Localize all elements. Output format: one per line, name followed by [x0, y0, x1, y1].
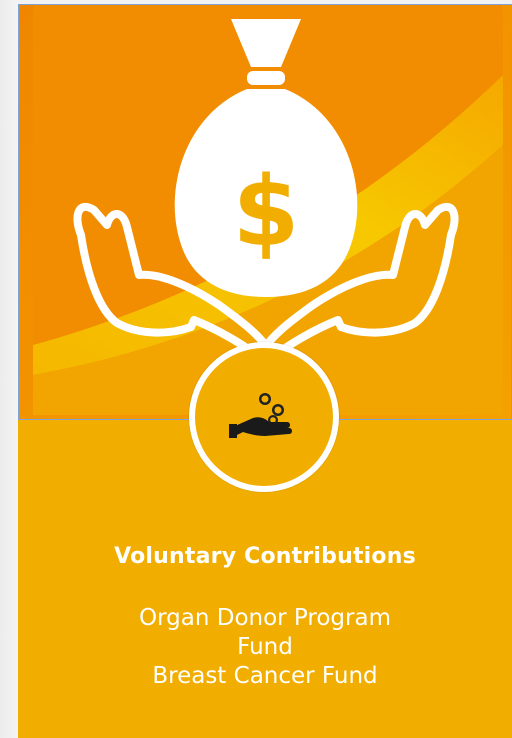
- contribution-card: $ Voluntary Contributions Organ Donor Pr…: [18, 4, 512, 738]
- card-title: Voluntary Contributions: [114, 544, 416, 569]
- svg-text:$: $: [233, 156, 300, 268]
- fund-list: Organ Donor Program Fund Breast Cancer F…: [18, 604, 512, 691]
- fund-link-organ-donor[interactable]: Organ Donor Program Fund: [120, 604, 410, 662]
- donation-badge: [189, 342, 339, 492]
- page-margin: [0, 0, 18, 738]
- fund-link-breast-cancer[interactable]: Breast Cancer Fund: [152, 663, 377, 689]
- list-item[interactable]: Breast Cancer Fund: [18, 662, 512, 691]
- list-item[interactable]: Organ Donor Program Fund: [18, 604, 512, 662]
- donation-hand-coins-icon: [229, 393, 292, 438]
